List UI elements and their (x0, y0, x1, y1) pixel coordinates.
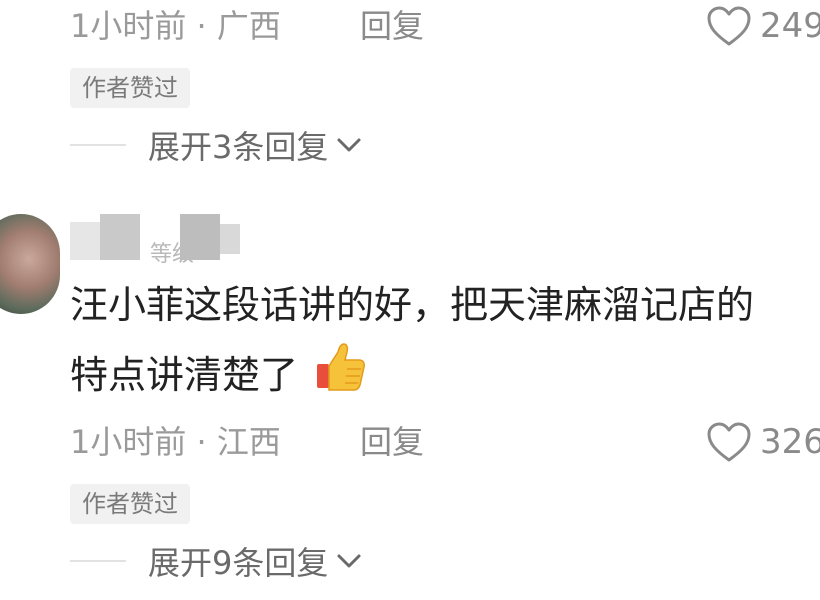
expand-replies-button[interactable]: 展开3条回复 (70, 122, 362, 168)
comment-text-line: 特点讲清楚了 (70, 340, 820, 410)
thumbs-up-emoji-icon (317, 343, 366, 391)
divider-line (70, 560, 126, 562)
expand-replies-label: 展开3条回复 (148, 128, 329, 166)
like-button[interactable]: 249 (706, 4, 820, 48)
author-liked-badge: 作者赞过 (70, 68, 190, 108)
comment-text[interactable]: 汪小菲这段话讲的好，把天津麻溜记店的 特点讲清楚了 (70, 270, 820, 410)
comment-meta: 1小时前 · 广西 回复 249 (70, 4, 820, 48)
user-avatar[interactable] (0, 214, 60, 314)
comment-meta: 1小时前 · 江西 回复 326 (70, 420, 820, 464)
like-count: 326 (760, 422, 820, 462)
blur-block (180, 214, 220, 260)
blur-block (220, 224, 240, 254)
reply-button[interactable]: 回复 (360, 420, 424, 464)
heart-outline-icon (707, 422, 751, 462)
author-liked-badge: 作者赞过 (70, 484, 190, 524)
divider-line (70, 144, 126, 146)
comment-text-line: 汪小菲这段话讲的好，把天津麻溜记店的 (70, 283, 755, 327)
like-count: 249 (760, 6, 820, 46)
heart-outline-icon (707, 6, 751, 46)
chevron-down-icon (337, 138, 361, 152)
expand-replies-label: 展开9条回复 (148, 544, 329, 582)
comment-time-location: 1小时前 · 江西 (70, 423, 281, 461)
expand-replies-button[interactable]: 展开9条回复 (70, 538, 362, 584)
comment-time-location: 1小时前 · 广西 (70, 7, 281, 45)
blur-block (100, 214, 140, 260)
like-button[interactable]: 326 (706, 420, 820, 464)
chevron-down-icon (337, 554, 361, 568)
reply-button[interactable]: 回复 (360, 4, 424, 48)
user-name-blurred[interactable]: 等级 (70, 214, 310, 267)
